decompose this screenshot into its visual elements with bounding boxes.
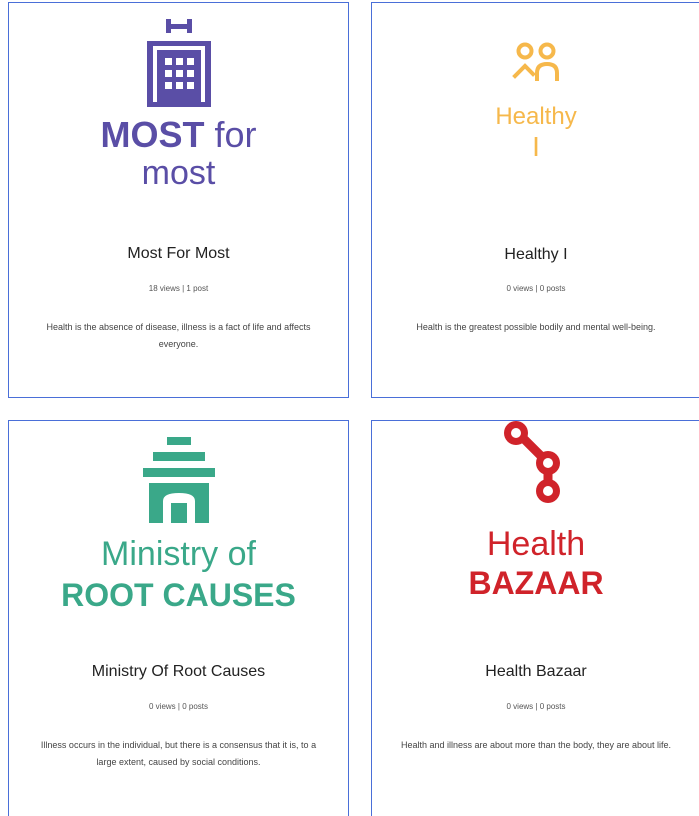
card-stats: 18 views | 1 post	[148, 284, 209, 293]
blog-card-ministry-of-root-causes[interactable]: Ministry of ROOT CAUSES Ministry Of Root…	[8, 420, 349, 816]
card-stats: 0 views | 0 posts	[149, 702, 208, 711]
arch-building-icon	[143, 437, 215, 523]
card-description: Health and illness are about more than t…	[400, 740, 671, 750]
logo-text-line2: most	[141, 154, 216, 192]
card-stats: 0 views | 0 posts	[506, 284, 566, 293]
card-title[interactable]: Ministry Of Root Causes	[9, 663, 348, 681]
logo-text-line1: Ministry of	[101, 535, 256, 573]
logo-text-bold: MOST	[100, 114, 205, 155]
logo-text-line1: Health	[486, 525, 586, 563]
blog-card-most-for-most[interactable]: MOST for most Most For Most 18 views | 1…	[8, 2, 349, 398]
connected-nodes-icon	[504, 421, 560, 503]
card-title[interactable]: Healthy I	[372, 246, 699, 264]
most-for-most-logo: MOST for most	[9, 3, 348, 223]
card-stats: 0 views | 0 posts	[506, 702, 566, 711]
blog-card-healthy-i[interactable]: Healthy I Healthy I 0 views | 0 posts He…	[371, 2, 699, 398]
ministry-of-root-causes-logo: Ministry of ROOT CAUSES	[9, 421, 348, 641]
card-description: Health is the absence of disease, illnes…	[46, 322, 311, 349]
card-description: Health is the greatest possible bodily a…	[416, 322, 656, 332]
logo-text-line2: ROOT CAUSES	[61, 577, 296, 613]
healthy-i-logo: Healthy I	[372, 3, 699, 223]
blog-card-health-bazaar[interactable]: Health BAZAAR Health Bazaar 0 views | 0 …	[371, 420, 699, 816]
card-description: Illness occurs in the individual, but th…	[40, 740, 317, 767]
card-title[interactable]: Health Bazaar	[372, 663, 699, 681]
logo-text-line2: BAZAAR	[468, 565, 604, 601]
logo-text-line1: MOST for	[9, 115, 348, 155]
card-title[interactable]: Most For Most	[9, 245, 348, 263]
logo-text-line2: I	[532, 131, 540, 162]
logo-text-line1: Healthy	[495, 103, 577, 130]
building-icon	[147, 19, 211, 107]
two-people-icon	[512, 42, 559, 81]
health-bazaar-logo: Health BAZAAR	[372, 421, 699, 641]
logo-text-light: for	[214, 114, 257, 155]
